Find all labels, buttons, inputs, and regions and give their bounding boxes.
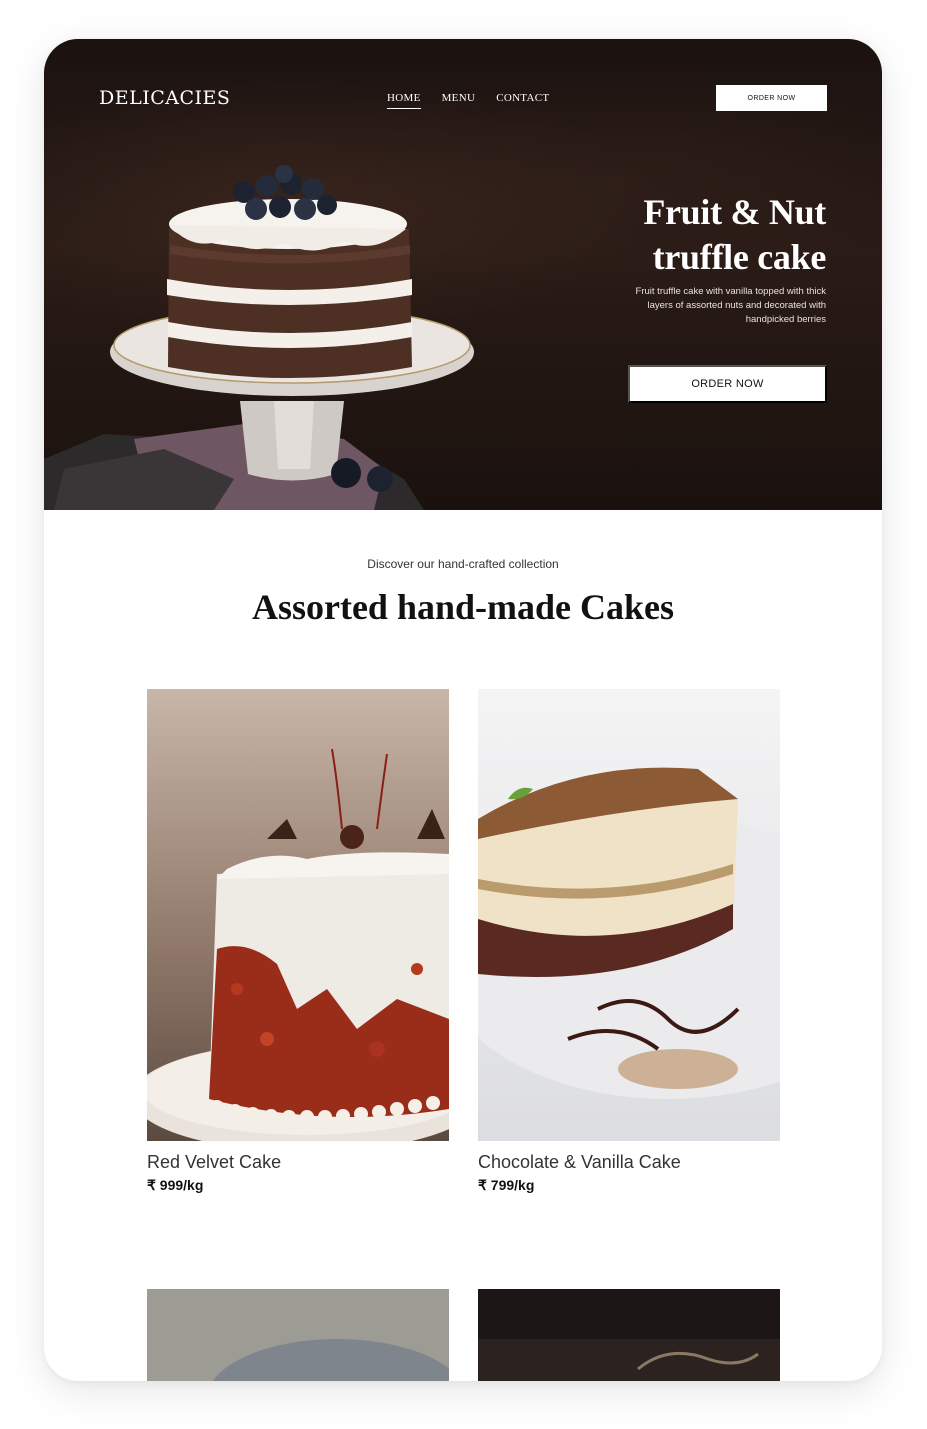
hero-title-line-1: Fruit & Nut [643,192,826,232]
product-price: ₹ 799/kg [478,1177,535,1193]
nav-link-home[interactable]: HOME [387,91,421,109]
product-card[interactable]: Chocolate & Vanilla Cake ₹ 799/kg [478,689,780,1194]
hero-title-line-2: truffle cake [652,237,827,277]
header-order-button[interactable]: ORDER NOW [716,85,827,111]
nav-link-contact[interactable]: CONTACT [496,91,549,109]
page-frame: DELICACIES HOME MENU CONTACT ORDER NOW F… [44,39,882,1381]
product-name[interactable]: Chocolate & Vanilla Cake [478,1151,780,1173]
collection-title: Assorted hand-made Cakes [251,587,675,627]
product-thumbnail[interactable] [147,1289,449,1381]
chocolate-vanilla-cake-image[interactable] [478,689,780,1141]
hero-order-button[interactable]: ORDER NOW [628,365,827,403]
collection-eyebrow: Discover our hand-crafted collection [367,557,559,571]
product-price: ₹ 999/kg [147,1177,204,1193]
nav-link-menu[interactable]: MENU [442,91,476,109]
product-name[interactable]: Red Velvet Cake [147,1151,449,1173]
hero-title: Fruit & Nut truffle cake [526,190,826,280]
brand-logo[interactable]: DELICACIES [99,86,230,110]
main-nav: HOME MENU CONTACT [387,91,549,109]
hero-description: Fruit truffle cake with vanilla topped w… [635,286,826,325]
product-card[interactable]: Red Velvet Cake ₹ 999/kg [147,689,449,1194]
hero-section: DELICACIES HOME MENU CONTACT ORDER NOW F… [44,39,882,510]
red-velvet-cake-image[interactable] [147,689,449,1141]
product-thumbnail[interactable] [478,1289,780,1381]
